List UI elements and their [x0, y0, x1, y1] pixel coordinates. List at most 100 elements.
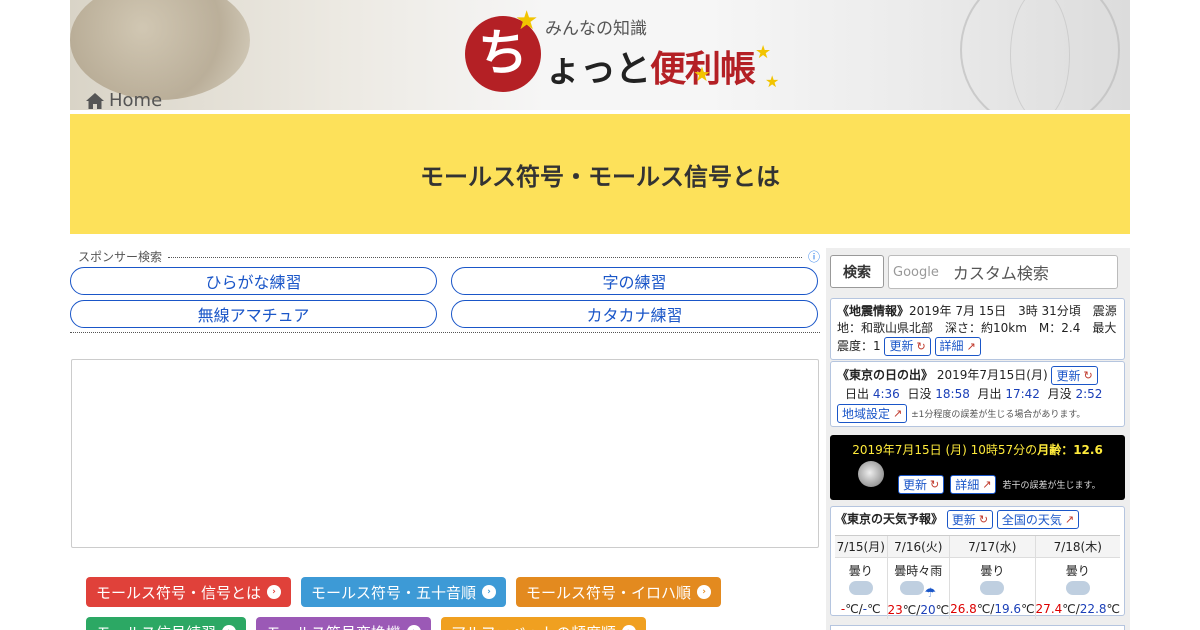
topic-button-label: モールス符号・五十音順	[311, 583, 477, 602]
topic-button-frequency[interactable]: アルファベットの頻度順 ›	[441, 617, 646, 630]
temp-low: 22.8	[1079, 602, 1107, 616]
moon-age-widget: 2019年7月15日 (月) 10時57分の月齢：12.6 更新 ↻ 詳細 ↗ 若干…	[830, 435, 1125, 500]
star-icon: ★	[765, 72, 780, 91]
star-icon: ★	[693, 62, 711, 86]
page: ち みんなの知識 ょっと便利帳 ★ ★ ★ ★ Home モールス符号・モールス…	[0, 0, 1200, 630]
region-label: 地域設定	[842, 406, 891, 421]
page-title: モールス符号・モールス信号とは	[420, 162, 780, 191]
topic-button-iroha[interactable]: モールス符号・イロハ順 ›	[516, 577, 722, 607]
topic-button-label: モールス信号練習	[96, 622, 216, 630]
cloud-icon	[1065, 581, 1090, 595]
search-input[interactable]: Google カスタム検索	[888, 255, 1118, 289]
divider	[70, 332, 820, 333]
next-widget-partial	[830, 625, 1125, 630]
home-label: Home	[109, 90, 163, 111]
sunset-label: 日没	[907, 387, 932, 401]
sponsor-link[interactable]: カタカナ練習	[451, 300, 818, 328]
weather-widget: 《東京の天気予報》 更新 ↻ 全国の天気 ↗ 7/15(月) 曇り -℃/-℃ 7/…	[830, 506, 1125, 619]
forecast-temps: 27.4℃/22.8℃	[1035, 602, 1120, 616]
update-label: 更新	[903, 478, 928, 492]
chevron-right-icon: ›	[482, 585, 497, 599]
earthquake-update-button[interactable]: 更新 ↻	[884, 337, 931, 356]
home-link[interactable]: Home	[85, 90, 162, 111]
moon-note: 若干の誤差が生じます。	[1002, 481, 1101, 491]
chevron-right-icon: ›	[222, 625, 237, 630]
earthquake-detail-button[interactable]: 詳細 ↗	[934, 337, 981, 356]
star-icon: ★	[515, 6, 539, 36]
refresh-icon: ↻	[930, 478, 940, 491]
sponsor-link[interactable]: ひらがな練習	[70, 267, 437, 295]
forecast-temps: -℃/-℃	[840, 602, 881, 616]
forecast-sky: 曇り	[980, 564, 1005, 578]
site-header: ち みんなの知識 ょっと便利帳 ★ ★ ★ ★	[70, 0, 1130, 110]
refresh-icon: ↻	[978, 513, 989, 526]
chevron-right-icon: ›	[621, 625, 636, 630]
forecast-date: 7/17(水)	[950, 536, 1035, 558]
sunrise-update-button[interactable]: 更新 ↻	[1051, 366, 1098, 385]
earthquake-widget: 《地震情報》2019年 7月 15日 3時 31分頃 震源地：和歌山県北部 深さ…	[830, 298, 1125, 360]
weather-header: 《東京の天気予報》 更新 ↻ 全国の天気 ↗	[835, 510, 1120, 529]
forecast-sky: 曇時々雨	[894, 564, 943, 578]
sunrise-label: 日出	[845, 387, 870, 401]
moonset-label: 月没	[1047, 387, 1072, 401]
topic-button-label: モールス符号・イロハ順	[526, 583, 692, 602]
topic-button-label: モールス符号・信号とは	[96, 583, 262, 602]
sunrise-widget: 《東京の日の出》 2019年7月15日(月) 更新 ↻ 日出 4:36 日没 18…	[830, 361, 1125, 427]
detail-label: 詳細	[955, 478, 980, 492]
forecast-temps: 23℃/20℃	[887, 603, 950, 617]
search-brand: Google	[893, 264, 939, 280]
forecast-temps: 26.8℃/19.6℃	[950, 602, 1035, 616]
topic-button-definition[interactable]: モールス符号・信号とは ›	[86, 577, 292, 607]
national-weather-label: 全国の天気	[1001, 513, 1062, 527]
cloud-icon	[980, 581, 1005, 595]
sponsor-links: ひらがな練習 字の練習 無線アマチュア カタカナ練習	[70, 267, 820, 328]
home-icon	[86, 92, 104, 109]
moonrise-label: 月出	[977, 387, 1002, 401]
topic-button-label: モールス符号変換機	[266, 622, 401, 630]
moon-age: 月齢：12.6	[1037, 443, 1103, 457]
forecast-table: 7/15(月) 曇り -℃/-℃ 7/16(火) 曇時々雨 ☂ 23℃/20℃ …	[835, 535, 1120, 619]
moonrise-time: 17:42	[1005, 387, 1040, 401]
moon-icon	[858, 461, 884, 487]
topic-button-converter[interactable]: モールス符号変換機 ›	[256, 617, 432, 630]
forecast-date: 7/18(木)	[1035, 536, 1120, 558]
external-link-icon: ↗	[893, 406, 903, 420]
title-banner: モールス符号・モールス信号とは	[70, 114, 1130, 234]
topic-button-practice[interactable]: モールス信号練習 ›	[86, 617, 247, 630]
refresh-icon: ↻	[1083, 368, 1093, 382]
search-button[interactable]: 検索	[830, 255, 884, 288]
forecast-day: 7/17(水) 曇り 26.8℃/19.6℃	[950, 536, 1036, 619]
header-background-globe-meridian	[1010, 0, 1070, 110]
star-icon: ★	[755, 42, 772, 63]
forecast-day: 7/16(火) 曇時々雨 ☂ 23℃/20℃	[887, 536, 951, 619]
temp-high: 27.4	[1035, 602, 1063, 616]
weather-update-button[interactable]: 更新 ↻	[946, 510, 994, 529]
chevron-right-icon: ›	[267, 585, 282, 599]
search-placeholder: カスタム検索	[952, 264, 1049, 283]
moon-detail-button[interactable]: 詳細 ↗	[950, 475, 997, 494]
sponsor-link[interactable]: 無線アマチュア	[70, 300, 437, 328]
sponsor-link[interactable]: 字の練習	[451, 267, 818, 295]
national-weather-button[interactable]: 全国の天気 ↗	[996, 510, 1080, 529]
forecast-sky: 曇り	[848, 564, 873, 578]
info-icon[interactable]: ⓘ	[808, 248, 820, 265]
sunrise-footer: 地域設定 ↗ ±1分程度の誤差が生じる場合があります。	[837, 404, 1118, 424]
sponsor-label: スポンサー検索	[78, 250, 163, 264]
chevron-right-icon: ›	[407, 625, 422, 630]
logo-title-black: ょっと	[545, 49, 651, 90]
site-logo[interactable]: ち みんなの知識 ょっと便利帳 ★ ★ ★ ★	[465, 6, 785, 97]
logo-subtitle: みんなの知識	[545, 19, 647, 39]
moon-buttons: 更新 ↻ 詳細 ↗ 若干の誤差が生じます。	[898, 475, 1101, 494]
divider	[168, 257, 802, 258]
temp-high: -	[840, 602, 846, 616]
sunrise-note: ±1分程度の誤差が生じる場合があります。	[911, 410, 1086, 420]
temp-low: 19.6	[994, 602, 1022, 616]
topic-button-gojuon[interactable]: モールス符号・五十音順 ›	[301, 577, 507, 607]
forecast-day: 7/15(月) 曇り -℃/-℃	[835, 536, 888, 619]
ad-placeholder	[71, 359, 819, 548]
umbrella-icon: ☂	[924, 586, 937, 601]
moon-update-button[interactable]: 更新 ↻	[898, 475, 945, 494]
sunrise-header: 《東京の日の出》 2019年7月15日(月) 更新 ↻	[837, 366, 1118, 385]
region-setting-button[interactable]: 地域設定 ↗	[837, 404, 908, 423]
sunset-time: 18:58	[935, 387, 970, 401]
